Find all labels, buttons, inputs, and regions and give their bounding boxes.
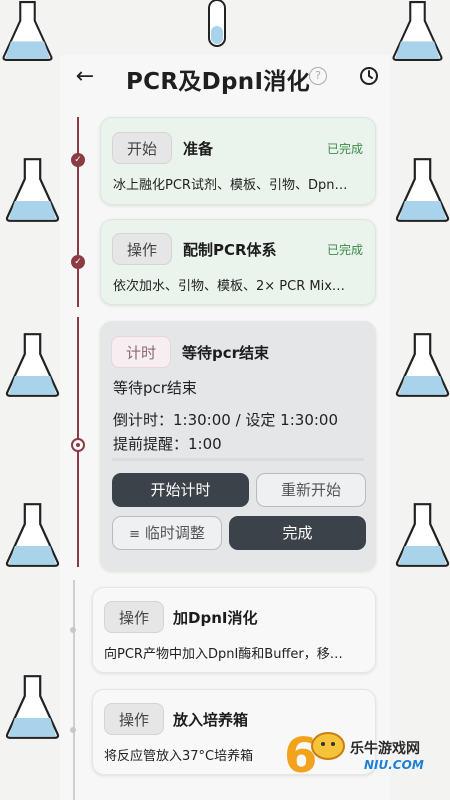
flask-icon — [5, 158, 60, 222]
step-status-badge: 已完成 — [327, 142, 364, 156]
flask-icon — [5, 503, 60, 567]
sliders-icon: ≡ — [129, 527, 141, 542]
countdown-readout: 倒计时：1:30:00 / 设定 1:30:00 — [113, 411, 339, 429]
step-card-prepare[interactable]: 开始 准备 已完成 冰上融化PCR试剂、模板、引物、Dpn… — [100, 117, 376, 205]
flask-icon — [392, 1, 443, 61]
niu-logo-icon: 6 — [284, 728, 345, 782]
step-description: 冰上融化PCR试剂、模板、引物、Dpn… — [113, 178, 348, 193]
step-active-dot-icon — [71, 438, 85, 452]
flask-icon — [5, 675, 60, 739]
adjust-button-label: 临时调整 — [144, 524, 205, 542]
adjust-button[interactable]: ≡ 临时调整 — [112, 516, 222, 550]
watermark-domain: NIU.COM — [364, 758, 424, 772]
top-bar: ← PCR及DpnI消化 ? — [60, 55, 390, 101]
step-title: 加DpnI消化 — [173, 609, 258, 627]
complete-button[interactable]: 完成 — [229, 516, 366, 550]
timeline-line-done — [77, 117, 79, 307]
step-card-dpni-digest[interactable]: 操作 加DpnI消化 向PCR产物中加入DpnI酶和Buffer，移… — [92, 587, 376, 673]
arrow-left-icon[interactable]: ← — [74, 66, 96, 88]
step-title: 准备 — [183, 140, 214, 158]
step-type-tag: 操作 — [104, 703, 165, 735]
test-tube-icon — [208, 0, 226, 47]
restart-button[interactable]: 重新开始 — [256, 473, 366, 507]
flask-icon — [5, 333, 60, 397]
timeline-line-pending — [73, 580, 75, 800]
question-circle-icon[interactable]: ? — [309, 67, 327, 85]
flask-icon — [395, 333, 450, 397]
app-screen: ← PCR及DpnI消化 ? ✓ ✓ 开始 准备 已完成 冰上融化PCR试剂、模… — [60, 55, 390, 800]
step-done-check-icon: ✓ — [71, 153, 85, 167]
step-title: 配制PCR体系 — [183, 241, 277, 259]
flask-icon — [2, 1, 53, 61]
step-card-wait-pcr: 计时 等待pcr结束 等待pcr结束 倒计时：1:30:00 / 设定 1:30… — [100, 321, 376, 571]
page-title: PCR及DpnI消化 — [126, 69, 310, 95]
watermark-logo: 6 乐牛游戏网 NIU.COM — [280, 722, 450, 782]
step-type-tag: 开始 — [112, 132, 173, 164]
step-title: 等待pcr结束 — [182, 344, 270, 362]
watermark-name: 乐牛游戏网 — [350, 741, 420, 757]
step-pending-dot-icon — [70, 727, 76, 733]
start-timer-button[interactable]: 开始计时 — [112, 473, 249, 507]
step-done-check-icon: ✓ — [71, 255, 85, 269]
step-type-tag: 操作 — [112, 233, 173, 265]
step-type-tag: 计时 — [111, 336, 172, 368]
step-status-badge: 已完成 — [327, 243, 364, 257]
step-card-mix-pcr[interactable]: 操作 配制PCR体系 已完成 依次加水、引物、模板、2× PCR Mix… — [100, 219, 376, 305]
flask-icon — [395, 503, 450, 567]
svg-text:6: 6 — [284, 728, 317, 782]
step-description: 向PCR产物中加入DpnI酶和Buffer，移… — [104, 647, 343, 662]
step-title: 放入培养箱 — [173, 711, 249, 729]
step-description: 依次加水、引物、模板、2× PCR Mix… — [113, 279, 345, 294]
step-type-tag: 操作 — [104, 601, 165, 633]
reminder-readout: 提前提醒：1:00 — [113, 435, 222, 453]
flask-icon — [395, 158, 450, 222]
history-clock-icon[interactable] — [359, 66, 379, 86]
step-pending-dot-icon — [70, 627, 76, 633]
divider — [112, 458, 364, 461]
step-body-text: 等待pcr结束 — [113, 379, 197, 397]
